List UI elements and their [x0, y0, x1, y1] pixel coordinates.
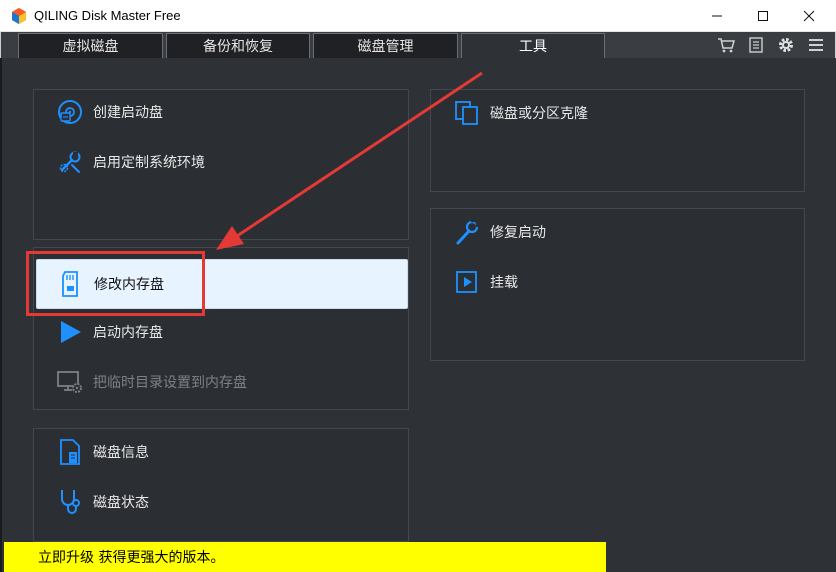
start-ramdisk-item[interactable]: 启动内存盘 [55, 314, 395, 350]
monitor-gear-icon [55, 367, 85, 397]
close-icon [803, 10, 815, 22]
app-logo-icon [12, 8, 26, 24]
tab-backup-restore[interactable]: 备份和恢复 [166, 33, 310, 58]
mount-label: 挂载 [490, 275, 518, 291]
custom-environment-label: 启用定制系统环境 [93, 155, 205, 171]
window-title: QILING Disk Master Free [34, 8, 181, 23]
mount-item[interactable]: 挂载 [452, 264, 792, 300]
list-button[interactable] [745, 35, 767, 55]
title-bar: QILING Disk Master Free [0, 0, 836, 32]
wrench-icon [452, 217, 482, 247]
settings-button[interactable] [775, 35, 797, 55]
modify-ramdisk-item[interactable]: 修改内存盘 [36, 259, 408, 309]
cart-icon [718, 38, 735, 53]
upgrade-banner-text: 立即升级 获得更强大的版本。 [38, 550, 225, 566]
menu-icon [809, 39, 823, 51]
maximize-button[interactable] [740, 0, 786, 32]
stethoscope-icon [55, 487, 85, 517]
play-icon [55, 317, 85, 347]
repair-boot-label: 修复启动 [490, 225, 546, 241]
gear-icon [779, 38, 793, 52]
minimize-button[interactable] [694, 0, 740, 32]
tab-disk-management[interactable]: 磁盘管理 [313, 33, 458, 58]
disk-status-item[interactable]: 磁盘状态 [55, 484, 395, 520]
create-bootable-media-item[interactable]: 创建启动盘 [55, 94, 395, 130]
disk-clone-label: 磁盘或分区克隆 [490, 106, 588, 122]
upgrade-banner[interactable]: 立即升级 获得更强大的版本。 [4, 542, 606, 572]
disk-info-label: 磁盘信息 [93, 445, 149, 461]
custom-environment-item[interactable]: 启用定制系统环境 [55, 144, 395, 180]
tab-virtual-disk[interactable]: 虚拟磁盘 [18, 33, 163, 58]
cart-button[interactable] [715, 35, 737, 55]
tab-tools[interactable]: 工具 [461, 33, 605, 58]
disk-status-label: 磁盘状态 [93, 495, 149, 511]
mount-icon [452, 267, 482, 297]
minimize-icon [712, 15, 722, 17]
set-temp-dir-item[interactable]: 把临时目录设置到内存盘 [55, 364, 395, 400]
list-icon [749, 37, 763, 53]
disk-clone-item[interactable]: 磁盘或分区克隆 [452, 95, 792, 131]
tab-bar: 虚拟磁盘 备份和恢复 磁盘管理 工具 [0, 32, 836, 58]
document-icon [55, 437, 85, 467]
tools-icon [55, 147, 85, 177]
close-button[interactable] [786, 0, 832, 32]
modify-ramdisk-label: 修改内存盘 [94, 277, 164, 293]
repair-boot-item[interactable]: 修复启动 [452, 214, 792, 250]
start-ramdisk-label: 启动内存盘 [93, 325, 163, 341]
sd-card-icon [56, 269, 86, 299]
maximize-icon [758, 11, 768, 21]
boot-disc-icon [55, 97, 85, 127]
disk-info-item[interactable]: 磁盘信息 [55, 434, 395, 470]
menu-button[interactable] [805, 35, 827, 55]
set-temp-dir-label: 把临时目录设置到内存盘 [93, 375, 247, 391]
clone-icon [452, 98, 482, 128]
create-bootable-media-label: 创建启动盘 [93, 105, 163, 121]
tools-content: 创建启动盘 启用定制系统环境 修改内存盘 启动内存盘 把临时目录设置到内存盘 磁… [0, 58, 836, 572]
